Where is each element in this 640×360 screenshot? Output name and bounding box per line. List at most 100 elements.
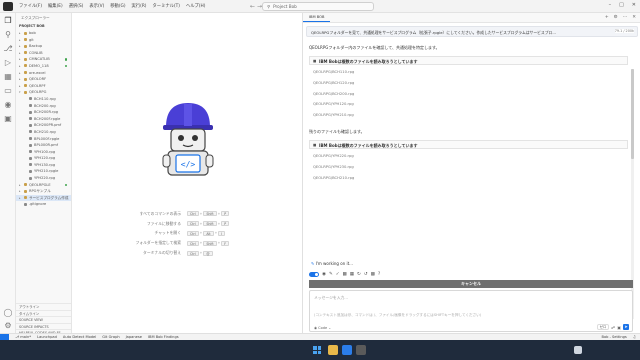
terminal-app-icon[interactable] xyxy=(356,345,366,355)
browser-icon[interactable] xyxy=(342,345,352,355)
status-language[interactable]: Japanese xyxy=(126,335,142,339)
tree-item[interactable]: ▸ bob xyxy=(16,30,71,37)
bob-icon[interactable]: ◉ xyxy=(3,100,13,110)
tree-item[interactable]: YPH100.rpg xyxy=(16,149,71,156)
zero-chip[interactable]: ゼロ xyxy=(596,324,610,330)
run-debug-icon[interactable]: ▷ xyxy=(3,58,13,68)
branch-indicator[interactable]: ⎇ main* xyxy=(15,335,31,339)
menu-edit[interactable]: 編集(E) xyxy=(48,3,63,9)
file-link[interactable]: QEOLRPG/BCH120.rpg xyxy=(313,81,354,85)
tab-ibm-bob[interactable]: IBM BOB xyxy=(303,15,331,22)
tray-icon[interactable] xyxy=(574,346,582,354)
eye-icon[interactable]: ◉ xyxy=(322,272,326,277)
tree-item[interactable]: YPH210.rpgle xyxy=(16,168,71,175)
sidebar-section[interactable]: タイムライン xyxy=(16,309,71,317)
source-control-icon[interactable]: ⎇ xyxy=(3,44,13,54)
tree-item[interactable]: ▸ サービスプログラム作成 xyxy=(16,194,71,202)
menu-selection[interactable]: 選択(S) xyxy=(69,3,84,9)
tree-item[interactable]: ▸ CMNCATLIB xyxy=(16,56,71,63)
file-link[interactable]: QEOLRPG/BCH110.rpg xyxy=(313,70,354,74)
tree-item[interactable]: ▸ CONLIB xyxy=(16,50,71,57)
menu-terminal[interactable]: ターミナル(T) xyxy=(152,3,179,9)
tree-item[interactable]: .gitignore xyxy=(16,201,71,208)
attach-icon[interactable]: ☍ xyxy=(611,325,615,330)
sidebar-section[interactable]: アウトライン xyxy=(16,303,71,310)
start-icon[interactable] xyxy=(313,346,321,354)
tree-item[interactable]: ▸ DEMO_118 xyxy=(16,63,71,70)
back-arrow-icon[interactable]: ← xyxy=(250,3,255,10)
status-auto-detect[interactable]: Auto Detect Model xyxy=(63,335,96,339)
bob-settings[interactable]: Bob - Settings xyxy=(601,335,626,339)
tree-item[interactable]: BCH200F.rpgle xyxy=(16,116,71,123)
tree-item[interactable]: ▸ RPGサンプル xyxy=(16,188,71,195)
menu-help[interactable]: ヘルプ(H) xyxy=(186,3,205,9)
menu-file[interactable]: ファイル(F) xyxy=(19,3,42,9)
sidebar-section[interactable]: SOURCE VIEW xyxy=(16,316,71,323)
account-icon[interactable]: ◯ xyxy=(3,308,13,318)
file-link[interactable]: QEOLRPG/BCH200.rpg xyxy=(313,92,354,96)
tree-item[interactable]: BCH200.rpg xyxy=(16,103,71,110)
extensions-icon[interactable]: ▦ xyxy=(3,72,13,82)
tree-item[interactable]: BCH210.rpg xyxy=(16,129,71,136)
maximize-icon[interactable]: □ xyxy=(619,2,624,8)
menu-go[interactable]: 移動(G) xyxy=(110,3,125,9)
tree-item[interactable]: BCH110.rpg xyxy=(16,96,71,103)
file-link[interactable]: QEOLRPG/YPH120.rpg xyxy=(313,102,354,106)
file-link[interactable]: QEOLRPG/YPH230.rpg xyxy=(313,165,354,169)
refresh-icon[interactable]: ↻ xyxy=(357,272,361,277)
tree-item[interactable]: YPH120.rpg xyxy=(16,155,71,162)
close-icon[interactable]: ✕ xyxy=(632,2,636,8)
check-icon[interactable]: ✓ xyxy=(336,272,340,277)
grid-icon[interactable]: ▦ xyxy=(350,272,354,277)
tree-item[interactable]: ▸ ore-excel xyxy=(16,70,71,77)
close-icon[interactable]: ✕ xyxy=(632,15,636,20)
chat-input[interactable]: メッセージを入力... (コンテキスト追加は@、コマンドは /、ファイル/画像を… xyxy=(309,290,633,332)
chat-icon[interactable]: ▩ xyxy=(371,272,375,277)
tree-item[interactable]: ▸ QEOLRPF xyxy=(16,83,71,90)
task-header[interactable]: QEOLRPGフォルダーを見て、共通処理をサービスプログラム（拡張子.rpgle… xyxy=(306,26,638,37)
ibm-i-icon[interactable]: ▣ xyxy=(3,114,13,124)
send-button[interactable]: ➤ xyxy=(623,324,629,330)
sidebar-section-header[interactable]: PROJECT BOB xyxy=(16,22,71,30)
menu-run[interactable]: 実行(R) xyxy=(132,3,147,9)
gear-icon[interactable]: ⚙ xyxy=(614,15,618,20)
tree-item[interactable]: BCH200R.rpg xyxy=(16,109,71,116)
status-bob-findings[interactable]: IBM Bob Findings xyxy=(148,335,179,339)
tree-item[interactable]: ▸ QEOLRPGLE xyxy=(16,182,71,189)
file-link[interactable]: QEOLRPG/BCH210.rpg xyxy=(313,176,354,180)
tree-item[interactable]: ▸ QEOLORF xyxy=(16,76,71,83)
tree-item[interactable]: YPH220.rpg xyxy=(16,175,71,182)
scroll-thumb[interactable] xyxy=(631,69,634,159)
tree-item[interactable]: ▾ QEOLRPG xyxy=(16,89,71,96)
file-link[interactable]: QEOLRPG/YPH210.rpg xyxy=(313,113,354,117)
tree-item[interactable]: ▸ git xyxy=(16,37,71,44)
status-git-graph[interactable]: Git Graph xyxy=(102,335,119,339)
tree-item[interactable]: BPL000R.pmf xyxy=(16,142,71,149)
tree-item[interactable]: BPL000F.rpgle xyxy=(16,136,71,143)
search-icon[interactable]: ⚲ xyxy=(3,30,13,40)
tree-item[interactable]: BCH200PR.pmf xyxy=(16,122,71,129)
menu-view[interactable]: 表示(V) xyxy=(89,3,104,9)
gear-icon[interactable]: ⚙ xyxy=(3,321,13,331)
status-launchpad[interactable]: Launchpad xyxy=(37,335,57,339)
command-center-search[interactable]: ⚲ Project Bob xyxy=(262,2,374,11)
mode-selector[interactable]: ◉ Code ⌄ xyxy=(314,326,331,330)
sidebar-section[interactable]: SOURCE IMPACTS xyxy=(16,322,71,330)
remote-explorer-icon[interactable]: ▭ xyxy=(3,86,13,96)
edit-icon[interactable]: ✎ xyxy=(329,272,333,277)
image-icon[interactable]: ▣ xyxy=(617,325,621,330)
auto-approve-toggle[interactable] xyxy=(309,271,319,277)
plus-icon[interactable]: + xyxy=(605,15,609,20)
bell-icon[interactable]: ♫ xyxy=(633,335,636,339)
file-link[interactable]: QEOLRPG/YPH220.rpg xyxy=(313,154,354,158)
cancel-button[interactable]: キャンセル xyxy=(309,280,633,288)
more-icon[interactable]: ⋯ xyxy=(623,15,628,20)
file-explorer-icon[interactable] xyxy=(328,345,338,355)
tree-item[interactable]: ▸ Backup xyxy=(16,43,71,50)
loop-icon[interactable]: ↺ xyxy=(364,272,368,277)
question-icon[interactable]: ? xyxy=(378,272,380,277)
explorer-icon[interactable]: ❐ xyxy=(3,16,13,26)
tree-item[interactable]: YPH130.rpg xyxy=(16,162,71,169)
terminal-icon[interactable]: ▩ xyxy=(343,272,347,277)
minimize-icon[interactable]: – xyxy=(609,2,612,8)
